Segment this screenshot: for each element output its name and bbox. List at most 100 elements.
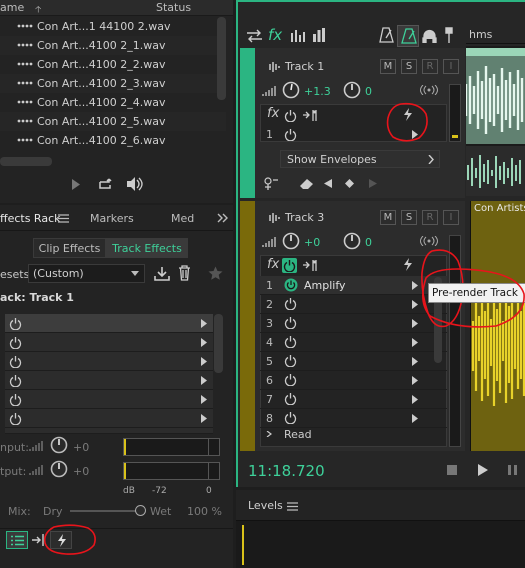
- show-envelopes-dropdown[interactable]: Show Envelopes: [280, 150, 440, 168]
- presets-dropdown[interactable]: (Custom): [28, 264, 145, 283]
- file-row[interactable]: Con Art...4100 2_6.wav: [0, 131, 226, 150]
- track3-fx-slot[interactable]: 5: [260, 352, 447, 371]
- track1-record-button[interactable]: R: [422, 59, 438, 74]
- next-keyframe-icon[interactable]: [369, 179, 377, 188]
- slot-power-icon[interactable]: [284, 316, 297, 329]
- power-icon[interactable]: [9, 336, 22, 349]
- mix-slider-thumb[interactable]: [135, 505, 146, 516]
- track3-read-mode[interactable]: Read: [260, 428, 447, 438]
- slot-arrow-icon[interactable]: [201, 338, 207, 347]
- slot-arrow-icon[interactable]: [412, 376, 418, 385]
- track3-pre-render-icon[interactable]: [403, 258, 413, 272]
- save-preset-icon[interactable]: [154, 266, 170, 281]
- power-icon[interactable]: [9, 412, 22, 425]
- sort-up-icon[interactable]: 🡡: [35, 2, 41, 18]
- files-horizontal-scrollbar[interactable]: [0, 157, 52, 166]
- status-column-header[interactable]: Status: [156, 1, 191, 14]
- effect-slot[interactable]: [5, 333, 213, 352]
- panel-menu-icon[interactable]: [58, 214, 69, 223]
- effect-slot[interactable]: [5, 371, 213, 390]
- slot-power-icon[interactable]: [284, 297, 297, 310]
- track1-volume-knob[interactable]: [282, 81, 300, 99]
- slot-arrow-icon[interactable]: [201, 414, 207, 423]
- effect-slot[interactable]: [5, 352, 213, 371]
- delete-preset-icon[interactable]: [178, 265, 191, 281]
- effect-slot[interactable]: [5, 314, 213, 333]
- slot-power-icon[interactable]: [284, 411, 297, 424]
- tab-markers[interactable]: Markers: [90, 212, 134, 225]
- autoplay-volume-icon[interactable]: [126, 177, 146, 191]
- file-row[interactable]: Con Art...1 44100 2.wav: [0, 17, 226, 36]
- power-icon[interactable]: [9, 374, 22, 387]
- levels-title[interactable]: Levels: [248, 499, 283, 512]
- file-row[interactable]: Con Art...4100 2_4.wav: [0, 93, 226, 112]
- tab-clip-effects[interactable]: Clip Effects: [33, 238, 106, 258]
- track1-clip-area[interactable]: [466, 46, 525, 196]
- slot-power-icon[interactable]: [284, 392, 297, 405]
- panel-menu-icon[interactable]: [287, 502, 298, 511]
- tab-track-effects[interactable]: Track Effects: [106, 238, 188, 258]
- track3-record-button[interactable]: R: [422, 210, 438, 225]
- timecode-display[interactable]: 11:18.720: [248, 462, 325, 480]
- track1-solo-button[interactable]: S: [401, 59, 417, 74]
- tab-media[interactable]: Med: [171, 212, 194, 225]
- track3-fx-power-toggle[interactable]: [282, 258, 297, 273]
- slot-power-icon[interactable]: [284, 278, 298, 292]
- sends-icon[interactable]: [291, 29, 305, 42]
- track1-pan-knob[interactable]: [343, 81, 361, 99]
- track3-fx-slot[interactable]: 7: [260, 390, 447, 409]
- file-row[interactable]: Con Art...4100 2_2.wav: [0, 55, 226, 74]
- pre-post-fader-icon[interactable]: [303, 109, 318, 122]
- track3-volume-knob[interactable]: [282, 232, 300, 250]
- track1-volume-value[interactable]: +1.3: [304, 85, 331, 98]
- list-view-button[interactable]: [6, 531, 28, 549]
- marker-pin-icon[interactable]: [445, 27, 453, 43]
- fx-toolbar-icon[interactable]: fx: [268, 26, 282, 44]
- track3-input-button[interactable]: I: [443, 210, 459, 225]
- power-icon[interactable]: [9, 393, 22, 406]
- file-row[interactable]: Con Art...4100 2_1.wav: [0, 36, 226, 55]
- tab-effects-rack[interactable]: ffects Rack: [0, 212, 61, 225]
- play-icon[interactable]: [478, 464, 488, 476]
- track3-mute-button[interactable]: M: [380, 210, 396, 225]
- slot-arrow-icon[interactable]: [412, 338, 418, 347]
- track1-name[interactable]: Track 1: [285, 60, 324, 73]
- timeline-ruler[interactable]: hms: [466, 24, 525, 44]
- track3-solo-button[interactable]: S: [401, 210, 417, 225]
- slots-scrollbar[interactable]: [214, 314, 223, 373]
- metronome-icon[interactable]: [379, 27, 394, 43]
- prev-keyframe-icon[interactable]: [324, 179, 332, 188]
- track3-volume-value[interactable]: +0: [304, 236, 320, 249]
- file-row[interactable]: Con Art...4100 2_5.wav: [0, 112, 226, 131]
- stop-icon[interactable]: [447, 465, 457, 475]
- effect-slot[interactable]: [5, 428, 213, 434]
- slot-power-icon[interactable]: [284, 373, 297, 386]
- power-icon[interactable]: [9, 317, 22, 330]
- play-icon[interactable]: [71, 179, 81, 190]
- files-vertical-scrollbar[interactable]: [217, 17, 226, 100]
- track1-mute-button[interactable]: M: [380, 59, 396, 74]
- more-panels-icon[interactable]: [217, 213, 228, 223]
- swap-icon[interactable]: [247, 29, 262, 43]
- snap-toggle[interactable]: [397, 25, 419, 47]
- slot-power-icon[interactable]: [284, 354, 297, 367]
- track1-input-button[interactable]: I: [443, 59, 459, 74]
- mix-slider-track[interactable]: [70, 510, 140, 512]
- pause-icon[interactable]: [508, 465, 518, 475]
- effect-slot[interactable]: [5, 409, 213, 428]
- slot-power-icon[interactable]: [284, 335, 297, 348]
- track3-pan-knob[interactable]: [343, 232, 361, 250]
- track1-slot-power-icon[interactable]: [284, 128, 297, 141]
- slot-arrow-icon[interactable]: [412, 357, 418, 366]
- track3-pan-value[interactable]: 0: [365, 236, 372, 249]
- file-row[interactable]: Con Art...4100 2_3.wav: [0, 74, 226, 93]
- input-gain-knob[interactable]: [50, 436, 68, 454]
- track3-fx-slot[interactable]: 6: [260, 371, 447, 390]
- eq-icon[interactable]: [312, 28, 326, 42]
- slot-arrow-icon[interactable]: [201, 319, 207, 328]
- add-keyframe-icon[interactable]: [345, 179, 354, 188]
- slot-arrow-icon[interactable]: [201, 357, 207, 366]
- slot-arrow-icon[interactable]: [412, 414, 418, 423]
- output-gain-knob[interactable]: [50, 460, 68, 478]
- track3-fx-slot[interactable]: 4: [260, 333, 447, 352]
